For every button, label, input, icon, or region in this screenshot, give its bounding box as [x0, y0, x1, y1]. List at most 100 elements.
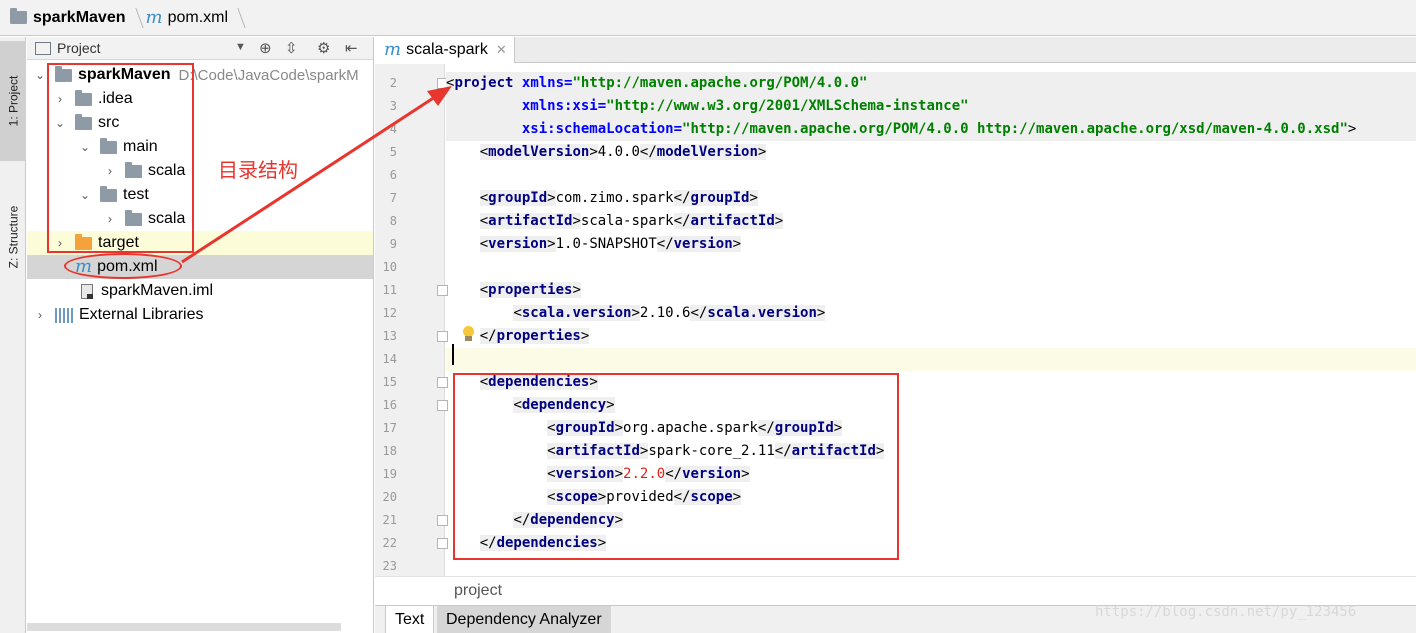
- line-number: 16: [382, 398, 397, 412]
- code-line: <dependencies>: [479, 374, 598, 390]
- navigation-bar: sparkMaven m pom.xml: [0, 0, 1416, 36]
- code-line: </properties>: [479, 328, 590, 344]
- tree-item-label: main: [123, 138, 158, 155]
- tree-item-external-libraries[interactable]: › External Libraries: [27, 303, 373, 327]
- project-panel-header: Project ▼ ⊕ ⇳ ⚙ ⇤: [27, 37, 373, 60]
- editor-tab-bar: m scala-spark ✕: [375, 37, 1416, 63]
- breadcrumb-project-label: sparkMaven: [33, 8, 126, 26]
- line-number: 22: [382, 536, 397, 550]
- tree-item-idea[interactable]: › .idea: [27, 87, 373, 111]
- code-line: <scala.version>2.10.6</scala.version>: [513, 305, 826, 321]
- line-number: 21: [382, 513, 397, 527]
- tab-text[interactable]: Text: [385, 606, 435, 633]
- horizontal-scrollbar[interactable]: [27, 623, 341, 631]
- hide-panel-icon[interactable]: ⇤: [345, 39, 358, 57]
- tree-item-target[interactable]: › target: [27, 231, 373, 255]
- tree-item-test[interactable]: ⌄ test: [27, 183, 373, 207]
- code-line: </dependencies>: [479, 535, 607, 551]
- tool-tab-structure[interactable]: Z: Structure: [0, 187, 26, 287]
- annotation-label: 目录结构: [218, 158, 298, 182]
- chevron-right-icon[interactable]: ›: [103, 212, 117, 226]
- tree-item-main[interactable]: ⌄ main: [27, 135, 373, 159]
- tree-item-src[interactable]: ⌄ src: [27, 111, 373, 135]
- tab-dependency-analyzer[interactable]: Dependency Analyzer: [437, 606, 611, 633]
- xml-breadcrumb[interactable]: project: [375, 576, 1416, 604]
- tool-tab-structure-label: Z: Structure: [6, 205, 20, 269]
- chevron-right-icon[interactable]: ›: [33, 308, 47, 322]
- code-line: <artifactId>scala-spark</artifactId>: [479, 213, 784, 229]
- locate-icon[interactable]: ⊕: [259, 39, 272, 57]
- code-line: <dependency>: [513, 397, 615, 413]
- folder-icon: [55, 65, 72, 82]
- editor-tab-label: scala-spark: [406, 41, 488, 58]
- project-view-icon: [35, 41, 51, 55]
- chevron-down-icon[interactable]: ⌄: [33, 68, 47, 82]
- tree-item-label: pom.xml: [97, 258, 158, 275]
- line-number: 23: [382, 559, 397, 573]
- gear-icon[interactable]: ⚙: [317, 39, 330, 57]
- maven-icon: m: [75, 256, 93, 277]
- breadcrumb-file[interactable]: m pom.xml: [146, 0, 229, 36]
- folder-icon: [100, 137, 117, 154]
- folder-icon: [125, 209, 142, 226]
- tree-item-main-scala[interactable]: › scala: [27, 159, 373, 183]
- chevron-right-icon[interactable]: ›: [53, 92, 67, 106]
- tree-item-label: scala: [148, 162, 186, 179]
- line-number: 19: [382, 467, 397, 481]
- tree-item-sparkmaven[interactable]: ⌄ sparkMaven D:\Code\JavaCode\sparkM: [27, 63, 373, 87]
- chevron-down-icon[interactable]: ⌄: [78, 188, 92, 202]
- project-panel-title[interactable]: Project: [57, 40, 101, 56]
- close-icon[interactable]: ✕: [496, 42, 507, 58]
- tree-item-label: scala: [148, 210, 186, 227]
- tree-item-iml[interactable]: sparkMaven.iml: [27, 279, 373, 303]
- project-panel: Project ▼ ⊕ ⇳ ⚙ ⇤ ⌄ sparkMaven D:\Code\J…: [27, 37, 374, 633]
- chevron-right-icon[interactable]: ›: [53, 236, 67, 250]
- editor: m scala-spark ✕ 2 3 4 5 6 7 8 9 10 11 12…: [375, 37, 1416, 633]
- line-number: 7: [389, 191, 397, 205]
- view-dropdown-icon[interactable]: ▼: [235, 41, 246, 53]
- line-number: 6: [389, 168, 397, 182]
- tree-item-label: test: [123, 186, 149, 203]
- line-number: 9: [389, 237, 397, 251]
- tree-item-path: D:\Code\JavaCode\sparkM: [178, 66, 359, 84]
- chevron-right-icon[interactable]: ›: [103, 164, 117, 178]
- excluded-folder-icon: [75, 233, 92, 250]
- folder-icon: [10, 8, 27, 24]
- line-number: 8: [389, 214, 397, 228]
- line-number: 5: [389, 145, 397, 159]
- chevron-down-icon[interactable]: ⌄: [53, 116, 67, 130]
- code-line: <project xmlns="http://maven.apache.org/…: [446, 72, 1416, 95]
- text-caret: [452, 344, 454, 365]
- collapse-all-icon[interactable]: ⇳: [285, 39, 298, 57]
- code-line: <groupId>com.zimo.spark</groupId>: [479, 190, 758, 206]
- tree-item-label: External Libraries: [79, 306, 204, 323]
- tool-window-strip: 1: Project Z: Structure: [0, 37, 26, 633]
- breadcrumb-separator: [228, 7, 246, 28]
- code-line: <scope>provided</scope>: [547, 489, 742, 505]
- folder-icon: [75, 113, 92, 130]
- maven-icon: m: [384, 39, 402, 60]
- line-number: 4: [389, 122, 397, 136]
- line-number: 14: [382, 352, 397, 366]
- code-line: <modelVersion>4.0.0</modelVersion>: [479, 144, 767, 160]
- code-line: <artifactId>spark-core_2.11</artifactId>: [547, 443, 885, 459]
- xml-breadcrumb-label: project: [454, 582, 503, 599]
- tree-item-test-scala[interactable]: › scala: [27, 207, 373, 231]
- line-number: 15: [382, 375, 397, 389]
- code-area[interactable]: <project xmlns="http://maven.apache.org/…: [446, 64, 1416, 576]
- chevron-down-icon[interactable]: ⌄: [78, 140, 92, 154]
- folder-icon: [125, 161, 142, 178]
- code-line: <version>2.2.0</version>: [547, 466, 750, 482]
- editor-gutter: 2 3 4 5 6 7 8 9 10 11 12 13 14 15 16 17 …: [375, 64, 448, 576]
- folder-icon: [100, 185, 117, 202]
- editor-tab-pom[interactable]: m scala-spark ✕: [375, 37, 515, 63]
- tool-tab-project[interactable]: 1: Project: [0, 41, 26, 161]
- tree-item-pom[interactable]: m pom.xml: [27, 255, 373, 279]
- breadcrumb-project[interactable]: sparkMaven: [10, 0, 126, 36]
- folder-icon: [75, 89, 92, 106]
- library-icon: [55, 307, 73, 323]
- code-line: xsi:schemaLocation="http://maven.apache.…: [446, 118, 1416, 141]
- breadcrumb-separator: [125, 7, 144, 28]
- tree-item-label: target: [98, 234, 139, 251]
- line-number: 3: [389, 99, 397, 113]
